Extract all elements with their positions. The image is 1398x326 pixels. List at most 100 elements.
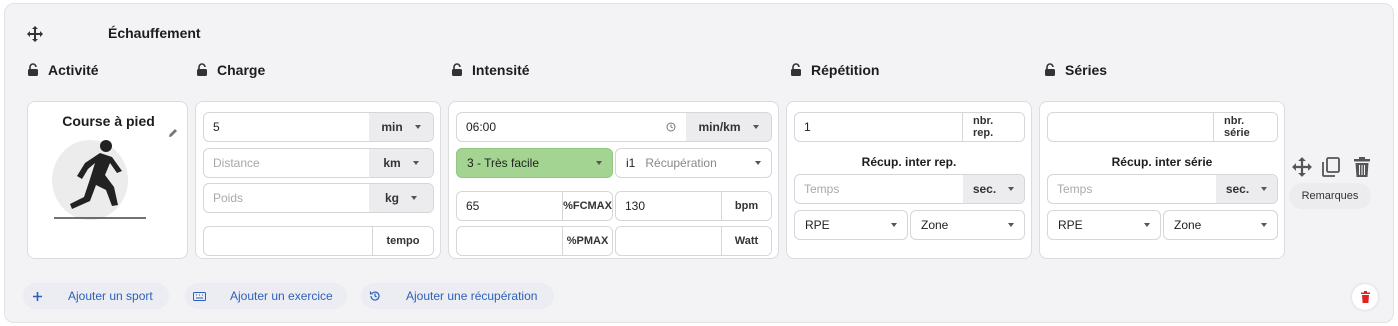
- chevron-down-icon: [411, 196, 417, 200]
- series-rest-unit-select[interactable]: sec.: [1216, 175, 1277, 203]
- unit-label: km: [383, 156, 401, 170]
- unit-label: min/km: [698, 120, 741, 134]
- lock-icon[interactable]: [196, 63, 208, 77]
- lock-icon[interactable]: [451, 63, 463, 77]
- bpm-label: bpm: [721, 192, 771, 220]
- copy-icon[interactable]: [1321, 156, 1341, 178]
- header-repetition: Répétition: [790, 62, 879, 78]
- bpm-input[interactable]: 130: [616, 192, 721, 220]
- distance-unit-select[interactable]: km: [369, 149, 433, 177]
- zone-select-text: i1 Récupération: [626, 156, 717, 170]
- activity-name: Course à pied: [62, 113, 155, 129]
- history-icon: [361, 290, 389, 302]
- chevron-down-icon: [414, 125, 421, 129]
- trash-icon[interactable]: [1352, 156, 1372, 178]
- zone-select[interactable]: i1 Récupération: [615, 148, 772, 178]
- bpm-field[interactable]: 130 bpm: [615, 191, 772, 221]
- distance-field[interactable]: Distance km: [203, 148, 434, 178]
- add-sport-button[interactable]: Ajouter un sport: [23, 283, 169, 309]
- rep-count-label: nbr. rep.: [962, 113, 1024, 141]
- series-rest-field[interactable]: Temps sec.: [1047, 174, 1278, 204]
- header-label: Activité: [48, 62, 99, 78]
- tempo-field[interactable]: tempo: [203, 226, 434, 256]
- move-icon[interactable]: [1291, 156, 1313, 178]
- rep-rest-input[interactable]: Temps: [795, 175, 963, 203]
- pace-field[interactable]: 06:00 min/km: [456, 112, 772, 142]
- header-label: Séries: [1065, 62, 1108, 78]
- header-label: Répétition: [811, 62, 880, 78]
- distance-input[interactable]: Distance: [204, 149, 369, 177]
- fcmax-field[interactable]: 65 %FCMAX: [456, 191, 613, 221]
- tempo-input[interactable]: [204, 227, 372, 255]
- remarques-button[interactable]: Remarques: [1289, 183, 1371, 209]
- chevron-down-icon: [1144, 223, 1150, 227]
- series-rest-input[interactable]: Temps: [1048, 175, 1216, 203]
- weight-field[interactable]: Poids kg: [203, 183, 434, 213]
- unit-label: kg: [384, 191, 399, 205]
- chevron-down-icon: [1008, 187, 1015, 191]
- header-charge: Charge: [196, 62, 265, 78]
- watt-label: Watt: [721, 227, 771, 255]
- watt-input[interactable]: [616, 227, 721, 255]
- duration-field[interactable]: 5 min: [203, 112, 434, 142]
- rpe-label: RPE: [1058, 218, 1083, 232]
- tempo-label: tempo: [372, 227, 433, 255]
- chevron-down-icon: [596, 161, 602, 165]
- lock-icon[interactable]: [27, 63, 39, 77]
- chevron-down-icon: [755, 161, 761, 165]
- activity-card[interactable]: Course à pied: [27, 101, 188, 259]
- rep-count-input[interactable]: 1: [795, 113, 962, 141]
- pencil-icon[interactable]: [167, 127, 179, 139]
- series-count-input[interactable]: [1048, 113, 1213, 141]
- zone-placeholder: Récupération: [645, 156, 717, 170]
- rep-rpe-select[interactable]: RPE: [794, 210, 908, 240]
- lock-icon[interactable]: [1044, 63, 1056, 77]
- intensity-level-label: 3 - Très facile: [467, 156, 540, 170]
- header-activite: Activité: [27, 62, 99, 78]
- chevron-down-icon: [1261, 223, 1267, 227]
- series-rpe-select[interactable]: RPE: [1047, 210, 1161, 240]
- unit-label: sec.: [972, 182, 997, 196]
- weight-unit-select[interactable]: kg: [369, 184, 433, 212]
- move-icon[interactable]: [25, 24, 45, 44]
- clock-icon[interactable]: [666, 122, 676, 132]
- add-exercise-button[interactable]: Ajouter un exercice: [185, 283, 347, 309]
- recup-rep-title: Récup. inter rep.: [861, 155, 957, 169]
- header-series: Séries: [1044, 62, 1107, 78]
- unit-label: sec.: [1225, 182, 1250, 196]
- lock-icon[interactable]: [790, 63, 802, 77]
- fcmax-input[interactable]: 65: [457, 192, 562, 220]
- add-sport-label: Ajouter un sport: [68, 289, 153, 303]
- zone-prefix: i1: [626, 156, 636, 170]
- delete-block-button[interactable]: [1352, 284, 1378, 310]
- trash-icon: [1360, 291, 1370, 303]
- watt-field[interactable]: Watt: [615, 226, 772, 256]
- pmax-field[interactable]: %PMAX: [456, 226, 613, 256]
- rep-zone-select[interactable]: Zone: [910, 210, 1025, 240]
- recup-series-title: Récup. inter série: [1111, 155, 1213, 169]
- duration-unit-select[interactable]: min: [369, 113, 433, 141]
- add-recovery-label: Ajouter une récupération: [406, 289, 538, 303]
- plus-icon: [23, 291, 51, 302]
- series-count-label: nbr. série: [1213, 113, 1277, 141]
- section-title: Échauffement: [108, 25, 201, 41]
- series-count-field[interactable]: nbr. série: [1047, 112, 1278, 142]
- zone-label: Zone: [921, 218, 949, 232]
- chevron-down-icon: [891, 223, 897, 227]
- header-label: Charge: [217, 62, 266, 78]
- rep-rest-field[interactable]: Temps sec.: [794, 174, 1025, 204]
- series-zone-select[interactable]: Zone: [1163, 210, 1278, 240]
- chevron-down-icon: [412, 161, 419, 165]
- weight-input[interactable]: Poids: [204, 184, 369, 212]
- add-recovery-button[interactable]: Ajouter une récupération: [361, 283, 554, 309]
- rep-count-field[interactable]: 1 nbr. rep.: [794, 112, 1025, 142]
- pace-input[interactable]: 06:00: [457, 113, 686, 141]
- keyboard-icon: [185, 291, 213, 301]
- pmax-input[interactable]: [457, 227, 562, 255]
- rep-rest-unit-select[interactable]: sec.: [963, 175, 1024, 203]
- duration-value[interactable]: 5: [204, 113, 369, 141]
- pace-unit-select[interactable]: min/km: [686, 113, 771, 141]
- intensity-level-select[interactable]: 3 - Très facile: [456, 148, 613, 178]
- runner-icon: [52, 140, 146, 220]
- header-intensite: Intensité: [451, 62, 530, 78]
